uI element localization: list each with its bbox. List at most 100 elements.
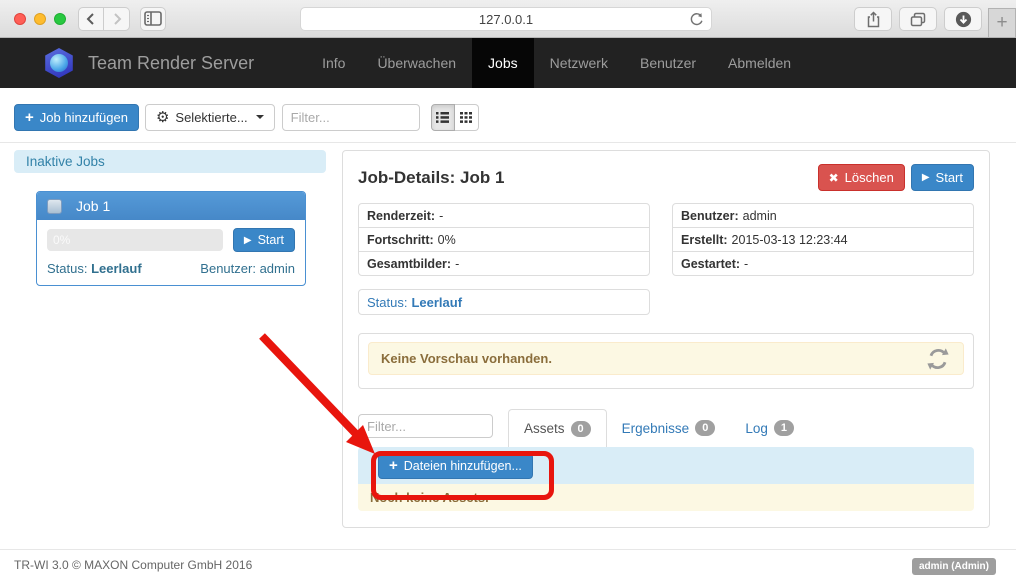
- sidebar-toggle-button[interactable]: [140, 7, 166, 31]
- job-details-tables: Renderzeit:- Fortschritt:0% Gesamtbilder…: [358, 203, 974, 276]
- caret-down-icon: [256, 115, 264, 119]
- job-progress-label: 0%: [53, 233, 70, 247]
- add-job-label: Job hinzufügen: [40, 110, 128, 125]
- selected-label: Selektierte...: [175, 110, 247, 125]
- nav-item-abmelden[interactable]: Abmelden: [712, 38, 807, 88]
- job-start-button[interactable]: ▶ Start: [233, 228, 295, 252]
- plus-icon: +: [25, 110, 34, 125]
- details-table-right: Benutzer:admin Erstellt:2015-03-13 12:23…: [672, 203, 974, 276]
- job-user: Benutzer: admin: [200, 261, 295, 276]
- job-card[interactable]: Job 1 0% ▶ Start Status: Leerlauf: [36, 191, 306, 286]
- new-tab-plus-icon: +: [996, 12, 1007, 34]
- delete-label: Löschen: [845, 170, 894, 185]
- zoom-window-button[interactable]: [54, 13, 66, 25]
- download-icon: [955, 11, 972, 28]
- play-icon: ▶: [244, 235, 252, 246]
- tab-overview-icon: [910, 12, 926, 27]
- job-select-checkbox[interactable]: [47, 199, 62, 214]
- browser-chrome: 127.0.0.1 +: [0, 0, 1016, 38]
- content: Inaktive Jobs Job 1 0% ▶ Start: [0, 143, 1016, 549]
- gear-icon: ⚙: [156, 108, 169, 126]
- list-view-button[interactable]: [431, 104, 455, 131]
- tab-log[interactable]: Log1: [730, 409, 809, 447]
- job-card-header[interactable]: Job 1: [37, 192, 305, 220]
- downloads-button[interactable]: [944, 7, 982, 31]
- nav-item-ueberwachen[interactable]: Überwachen: [361, 38, 472, 88]
- forward-icon: [109, 11, 125, 27]
- job-status: Status: Leerlauf: [47, 261, 142, 276]
- new-tab-button[interactable]: +: [988, 8, 1016, 38]
- nav-item-benutzer[interactable]: Benutzer: [624, 38, 712, 88]
- job-card-body: 0% ▶ Start Status: Leerlauf Benutzer: ad…: [37, 220, 305, 285]
- nav-item-info[interactable]: Info: [306, 38, 361, 88]
- view-toggle-group: [431, 104, 479, 131]
- team-render-logo-icon: [44, 48, 74, 78]
- back-icon: [83, 11, 99, 27]
- nav-item-netzwerk[interactable]: Netzwerk: [534, 38, 624, 88]
- detail-row-gesamtbilder: Gesamtbilder:-: [358, 251, 650, 276]
- add-job-button[interactable]: + Job hinzufügen: [14, 104, 139, 131]
- brand[interactable]: Team Render Server: [44, 48, 254, 78]
- job-title: Job 1: [76, 198, 110, 214]
- forward-button[interactable]: [104, 7, 130, 31]
- detail-row-benutzer: Benutzer:admin: [672, 203, 974, 228]
- selected-dropdown-button[interactable]: ⚙ Selektierte...: [145, 104, 275, 131]
- toolbar: + Job hinzufügen ⚙ Selektierte...: [0, 88, 1016, 143]
- preview-panel: Keine Vorschau vorhanden.: [358, 333, 974, 389]
- tabs: Assets0 Ergebnisse0 Log1: [508, 409, 809, 447]
- tab-overview-button[interactable]: [899, 7, 937, 31]
- plus-icon: +: [389, 458, 398, 473]
- brand-title: Team Render Server: [88, 53, 254, 74]
- address-bar-url: 127.0.0.1: [479, 12, 533, 27]
- logged-in-user-badge: admin (Admin): [912, 558, 996, 575]
- page-title: Job-Details: Job 1: [358, 168, 504, 188]
- job-progress-bar: 0%: [47, 229, 223, 251]
- assets-tabs-row: Assets0 Ergebnisse0 Log1: [358, 409, 974, 447]
- start-label: Start: [936, 170, 963, 185]
- share-button[interactable]: [854, 7, 892, 31]
- detail-row-gestartet: Gestartet:-: [672, 251, 974, 276]
- nav-items: Info Überwachen Jobs Netzwerk Benutzer A…: [306, 38, 807, 88]
- job-start-label: Start: [258, 233, 284, 247]
- detail-row-erstellt: Erstellt:2015-03-13 12:23:44: [672, 227, 974, 252]
- start-job-button[interactable]: ▶ Start: [911, 164, 974, 191]
- job-status-row: Status:Leerlauf: [358, 289, 650, 315]
- chrome-right-buttons: [854, 7, 982, 31]
- delete-job-button[interactable]: ✖ Löschen: [818, 164, 905, 191]
- share-icon: [866, 11, 881, 28]
- page: 127.0.0.1 +: [0, 0, 1016, 582]
- no-assets-alert: Noch keine Assets.: [358, 484, 974, 511]
- jobs-filter-input[interactable]: [282, 104, 420, 131]
- play-icon: ▶: [922, 172, 930, 183]
- app-navbar: Team Render Server Info Überwachen Jobs …: [0, 38, 1016, 88]
- tab-assets[interactable]: Assets0: [508, 409, 607, 447]
- list-view-icon: [436, 112, 449, 123]
- tab-ergebnisse[interactable]: Ergebnisse0: [607, 409, 731, 447]
- main-column: Job-Details: Job 1 ✖ Löschen ▶ Start: [342, 150, 990, 549]
- detail-row-fortschritt: Fortschritt:0%: [358, 227, 650, 252]
- log-count-badge: 1: [774, 420, 794, 436]
- back-button[interactable]: [78, 7, 104, 31]
- window-controls: [14, 13, 66, 25]
- address-bar[interactable]: 127.0.0.1: [300, 7, 712, 31]
- nav-item-jobs[interactable]: Jobs: [472, 38, 534, 88]
- inactive-jobs-header: Inaktive Jobs: [14, 150, 326, 173]
- job-list-sidebar: Inaktive Jobs Job 1 0% ▶ Start: [0, 143, 342, 549]
- results-count-badge: 0: [695, 420, 715, 436]
- assets-count-badge: 0: [571, 421, 591, 437]
- no-assets-message: Noch keine Assets.: [370, 490, 489, 505]
- grid-view-button[interactable]: [455, 104, 479, 131]
- close-window-button[interactable]: [14, 13, 26, 25]
- footer: TR-WI 3.0 © MAXON Computer GmbH 2016: [0, 549, 1016, 582]
- reload-icon[interactable]: [688, 11, 705, 28]
- add-files-row: + Dateien hinzufügen...: [358, 447, 974, 484]
- details-table-left: Renderzeit:- Fortschritt:0% Gesamtbilder…: [358, 203, 650, 276]
- assets-filter-input[interactable]: [358, 414, 493, 438]
- grid-view-icon: [460, 112, 472, 123]
- add-files-button[interactable]: + Dateien hinzufügen...: [378, 453, 533, 479]
- no-preview-message: Keine Vorschau vorhanden.: [381, 351, 552, 366]
- refresh-icon[interactable]: [925, 346, 951, 372]
- copyright-text: TR-WI 3.0 © MAXON Computer GmbH 2016: [14, 558, 252, 572]
- no-preview-alert: Keine Vorschau vorhanden.: [368, 342, 964, 375]
- minimize-window-button[interactable]: [34, 13, 46, 25]
